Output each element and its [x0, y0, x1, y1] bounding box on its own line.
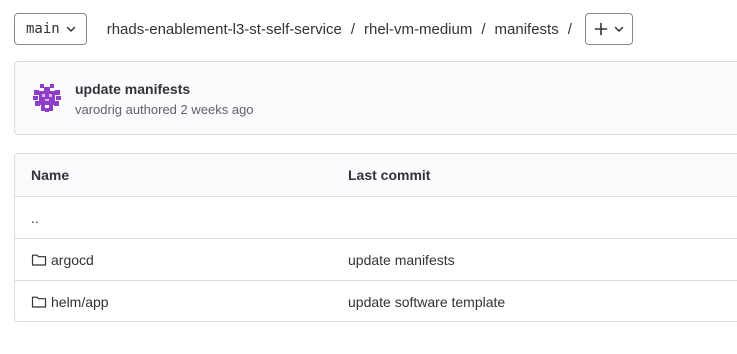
- commit-meta: varodrig authored 2 weeks ago: [75, 102, 254, 117]
- avatar[interactable]: [31, 82, 63, 114]
- last-commit-panel: update manifests varodrig authored 2 wee…: [14, 61, 737, 135]
- breadcrumb-separator: /: [567, 20, 572, 38]
- commit-author[interactable]: varodrig: [75, 102, 122, 117]
- chevron-down-icon: [614, 24, 624, 34]
- table-row-parent-dir[interactable]: ..: [15, 197, 737, 239]
- folder-link[interactable]: helm/app: [51, 294, 109, 310]
- breadcrumb-separator: /: [350, 20, 355, 38]
- chevron-down-icon: [66, 24, 76, 34]
- folder-link[interactable]: argocd: [51, 252, 94, 268]
- breadcrumb-item-current[interactable]: manifests: [495, 21, 559, 38]
- folder-icon: [31, 294, 47, 310]
- plus-icon: [594, 22, 608, 36]
- table-row[interactable]: helm/app update software template: [15, 281, 737, 321]
- row-last-commit-link[interactable]: update manifests: [348, 252, 455, 268]
- commit-authored-label: authored: [125, 102, 177, 117]
- repo-nav-bar: main rhads-enablement-l3-st-self-service…: [14, 13, 633, 45]
- parent-directory-link[interactable]: ..: [31, 210, 39, 226]
- add-to-tree-button[interactable]: [584, 13, 633, 45]
- breadcrumb-separator: /: [481, 20, 486, 38]
- breadcrumb: rhads-enablement-l3-st-self-service / rh…: [107, 21, 581, 38]
- identicon-avatar-icon: [31, 82, 63, 114]
- column-header-last-commit: Last commit: [348, 167, 431, 183]
- breadcrumb-item-folder[interactable]: rhel-vm-medium: [364, 21, 472, 38]
- table-row[interactable]: argocd update manifests: [15, 239, 737, 281]
- table-header-row: Name Last commit: [15, 154, 737, 197]
- branch-name: main: [26, 21, 60, 37]
- row-last-commit-link[interactable]: update software template: [348, 294, 505, 310]
- file-tree-table: Name Last commit .. argocd update manife…: [14, 153, 737, 322]
- commit-time: 2 weeks ago: [180, 102, 254, 117]
- branch-selector[interactable]: main: [14, 13, 87, 45]
- folder-icon: [31, 252, 47, 268]
- commit-title[interactable]: update manifests: [75, 81, 190, 97]
- breadcrumb-item-project[interactable]: rhads-enablement-l3-st-self-service: [107, 21, 342, 38]
- column-header-name: Name: [31, 167, 70, 183]
